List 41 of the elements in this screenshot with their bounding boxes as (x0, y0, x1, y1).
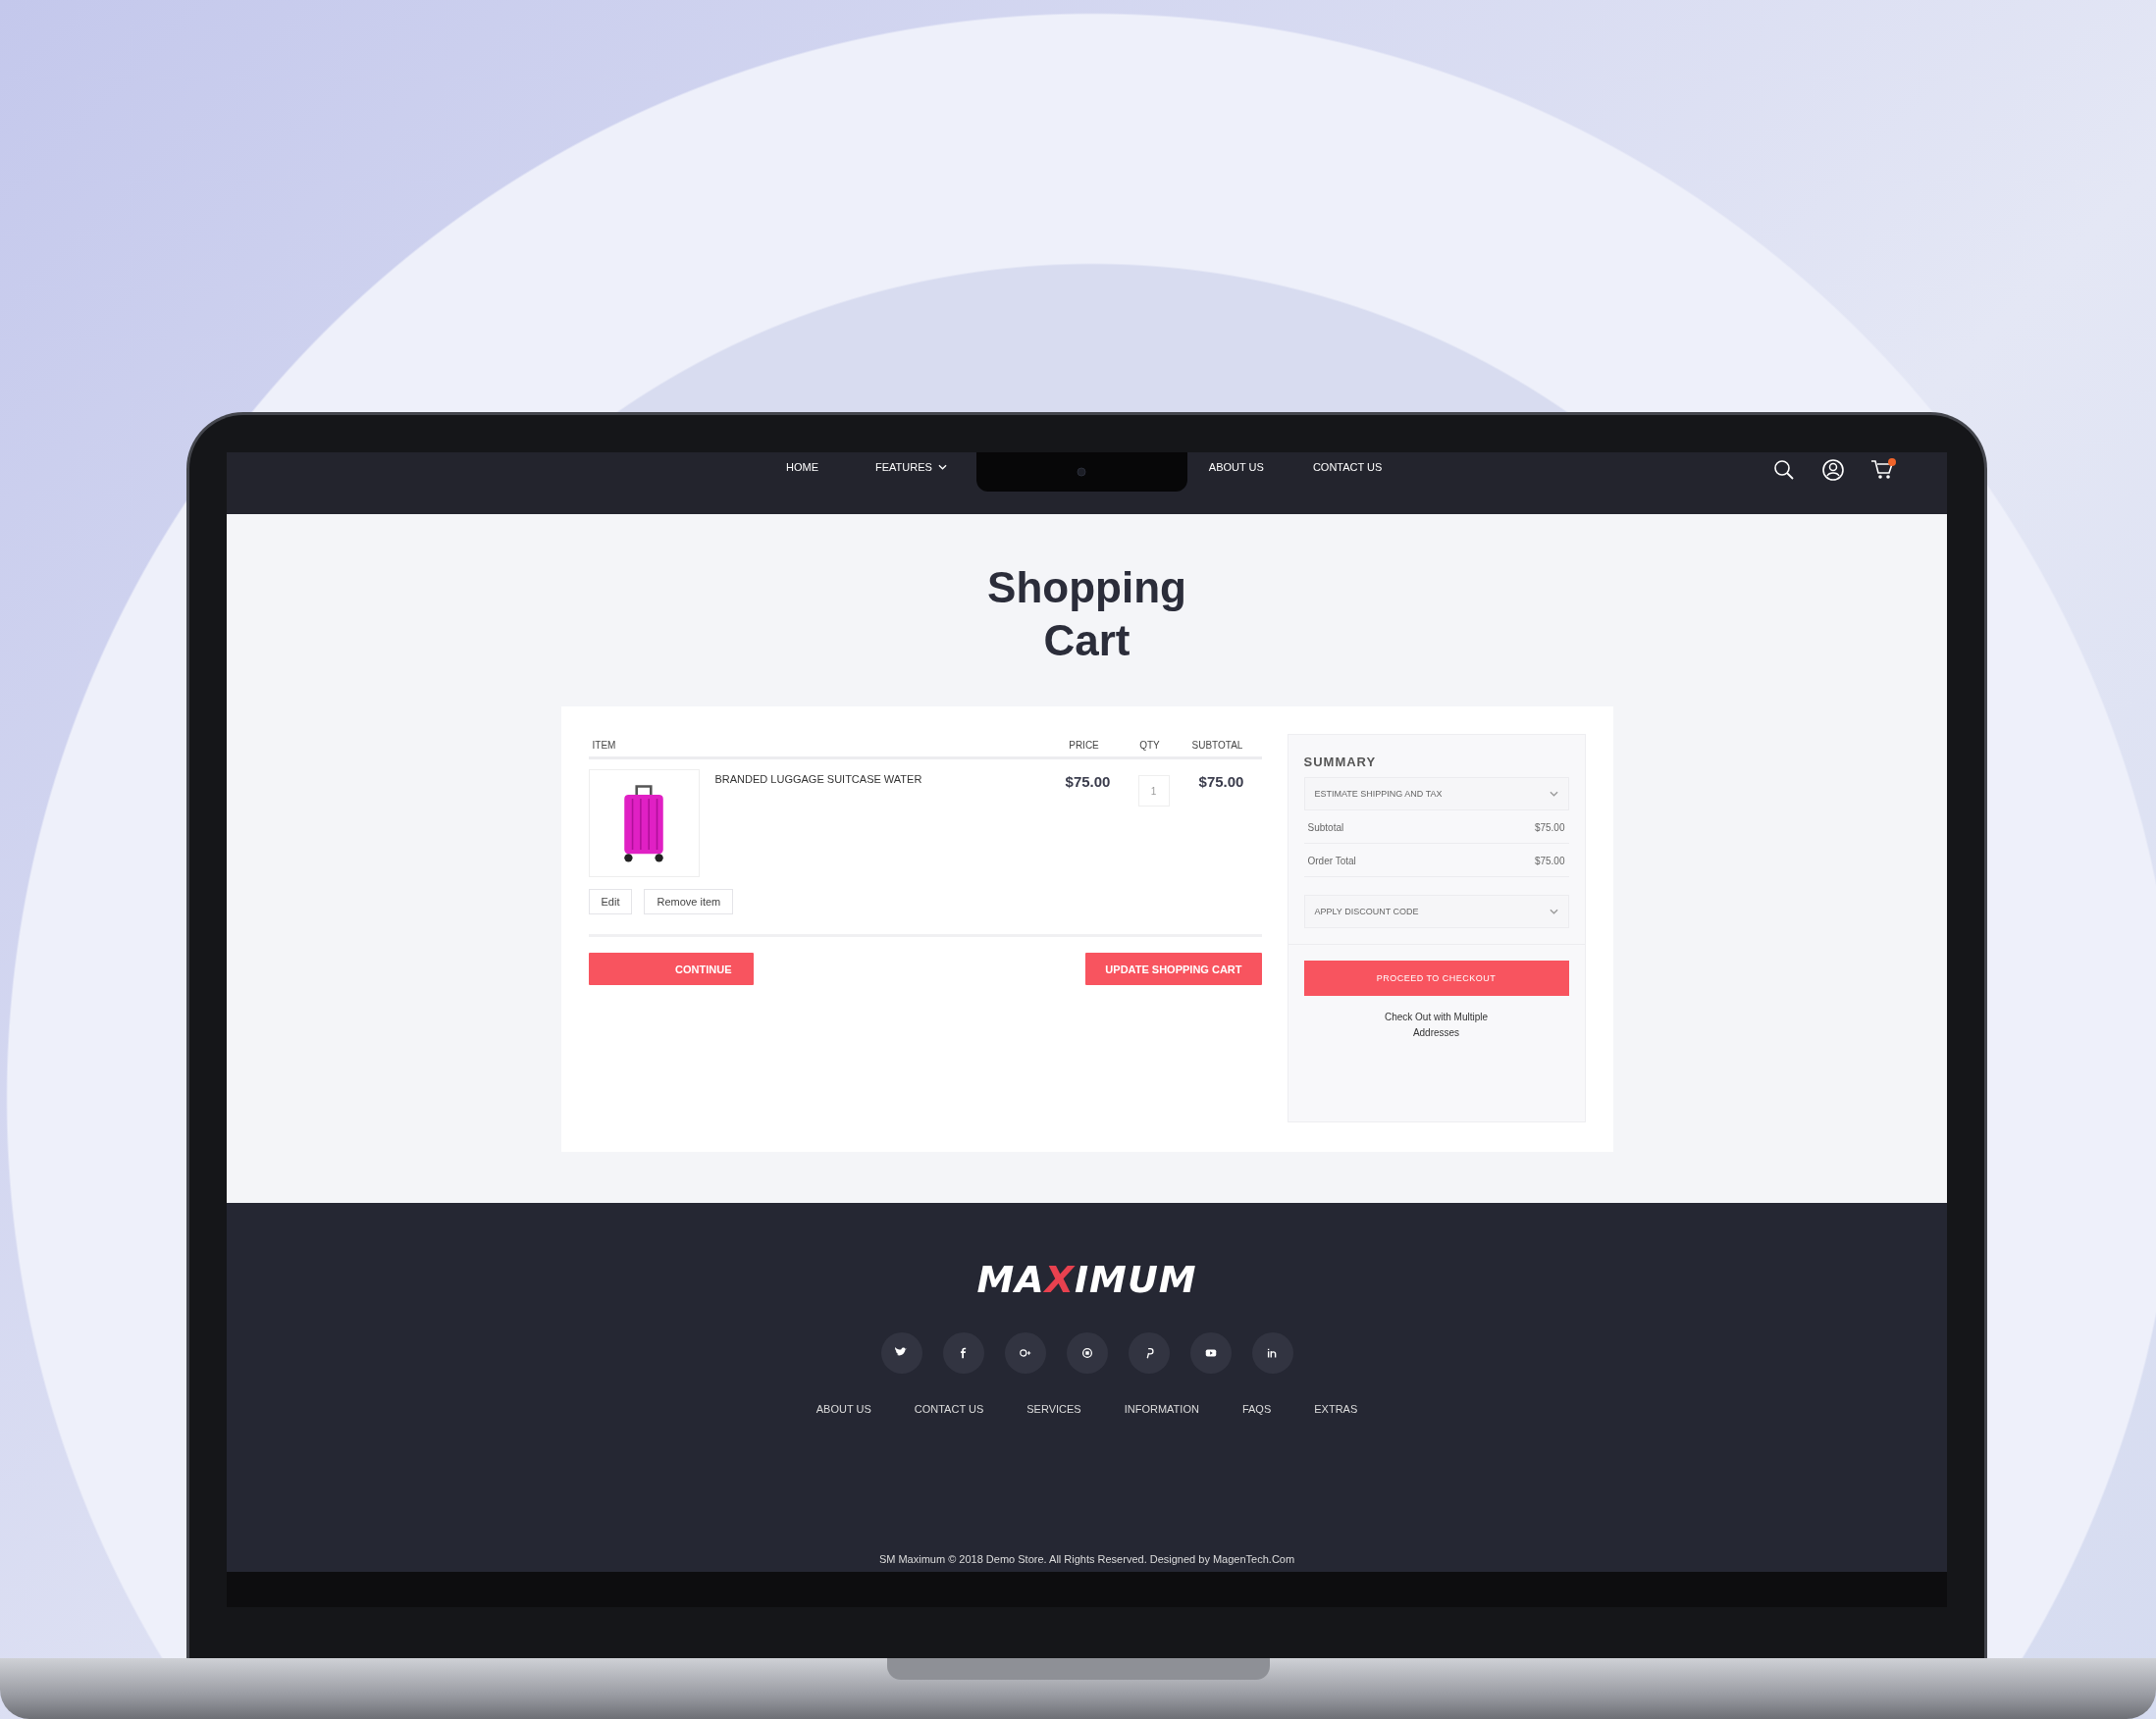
social-button[interactable] (1189, 1332, 1232, 1374)
footer-link[interactable]: SERVICES (1026, 1403, 1081, 1415)
nav-link[interactable]: ABOUT US (1208, 454, 1264, 480)
chevron-icon (1549, 909, 1558, 914)
product-name[interactable]: BRANDED LUGGAGE SUITCASE WATER (714, 773, 922, 877)
user-icon[interactable] (1821, 458, 1845, 482)
column-header: PRICE (1068, 740, 1100, 751)
cart-icon[interactable] (1870, 458, 1898, 482)
site-logo[interactable]: MAXIMUM (976, 1258, 1197, 1301)
nav-link[interactable]: FEATURES (875, 454, 947, 480)
summary-title: SUMMARY (1303, 755, 1378, 769)
footer-link[interactable]: INFORMATION (1124, 1403, 1199, 1415)
footer-link[interactable]: ABOUT US (815, 1403, 871, 1415)
nav-link[interactable]: HOME (786, 454, 818, 480)
social-media-icon (1018, 1346, 1032, 1360)
chevron-icon (1549, 791, 1558, 797)
social-media-icon (1079, 1346, 1094, 1360)
shipping-tax-toggle[interactable]: ESTIMATE SHIPPING AND TAX (1303, 777, 1569, 810)
item-subtotal: $75.00 (1197, 773, 1245, 790)
item-action-button[interactable]: Edit (588, 889, 633, 914)
column-header: ITEM (592, 740, 617, 751)
footer-link[interactable]: FAQS (1241, 1403, 1272, 1415)
column-header: SUBTOTAL (1190, 740, 1244, 751)
social-button[interactable] (880, 1332, 922, 1374)
footer-link[interactable]: EXTRAS (1314, 1403, 1358, 1415)
item-price: $75.00 (1064, 773, 1112, 790)
total-label: Subtotal (1307, 822, 1344, 833)
total-value: $75.00 (1534, 856, 1565, 866)
footer-link[interactable]: CONTACT US (914, 1403, 984, 1415)
search-icon[interactable] (1772, 458, 1796, 482)
column-header: QTY (1138, 740, 1161, 751)
total-value: $75.00 (1534, 822, 1565, 833)
total-label: Order Total (1307, 856, 1356, 866)
multiple-addresses-link[interactable]: Check Out with Multiple Addresses (1372, 1010, 1500, 1041)
camera-icon (1077, 467, 1087, 477)
discount-code-toggle[interactable]: APPLY DISCOUNT CODE (1303, 895, 1569, 928)
item-action-button[interactable]: Remove item (644, 889, 734, 914)
social-button[interactable] (1066, 1332, 1108, 1374)
nav-link[interactable]: CONTACT US (1312, 454, 1383, 480)
page-title: Shopping Cart (986, 562, 1187, 666)
copyright-text: SM Maximum © 2018 Demo Store. All Rights Reserved. Designed by MagenTech.Com (878, 1552, 1295, 1567)
